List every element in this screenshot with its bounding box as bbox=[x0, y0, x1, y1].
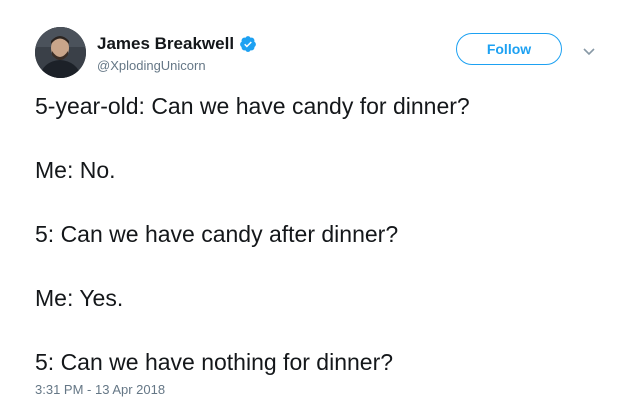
follow-button[interactable]: Follow bbox=[456, 33, 562, 65]
tweet-timestamp[interactable]: 3:31 PM - 13 Apr 2018 bbox=[35, 382, 165, 398]
verified-badge-icon bbox=[239, 35, 257, 53]
avatar[interactable] bbox=[35, 27, 86, 78]
tweet-card: James Breakwell @XplodingUnicorn Follow … bbox=[0, 0, 631, 409]
tweet-line: 5-year-old: Can we have candy for dinner… bbox=[35, 93, 470, 119]
tweet-line: Me: No. bbox=[35, 157, 116, 183]
author-name-row: James Breakwell bbox=[97, 34, 257, 54]
author-handle[interactable]: @XplodingUnicorn bbox=[97, 58, 206, 74]
author-display-name[interactable]: James Breakwell bbox=[97, 34, 234, 54]
tweet-line: 5: Can we have candy after dinner? bbox=[35, 221, 399, 247]
tweet-line: Me: Yes. bbox=[35, 285, 124, 311]
tweet-line: 5: Can we have nothing for dinner? bbox=[35, 349, 394, 375]
chevron-down-icon[interactable] bbox=[582, 44, 596, 56]
